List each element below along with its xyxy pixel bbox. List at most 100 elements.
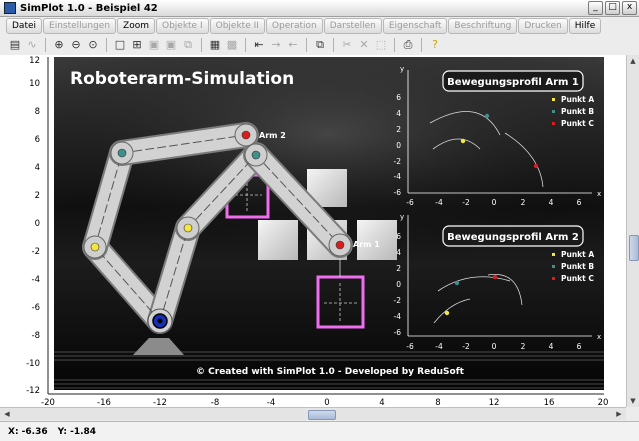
arm1-label: Arm 1 [353,240,380,249]
curve-icon[interactable]: ∿ [25,38,39,52]
zoom-out-icon[interactable]: ⊖ [69,38,83,52]
frame-icon[interactable]: □ [113,38,127,52]
table-icon[interactable]: ▦ [208,38,222,52]
panel2-title: Bewegungsprofil Arm 2 [447,232,579,243]
status-x-coordinate: X: -6.36 [8,426,48,437]
close-button[interactable]: x [622,1,637,15]
y-tick-label: 10 [29,79,40,89]
scroll-right-icon[interactable]: ▶ [614,409,624,419]
image-icon[interactable]: ▩ [225,38,239,52]
x-tick-label: 4 [379,398,384,407]
print-icon[interactable]: ⎙ [401,38,415,52]
y-tick-label: 0 [35,219,40,229]
y-tick-label: 8 [35,107,40,117]
copy-frame-icon[interactable]: ▣ [147,38,161,52]
panel1-x-tick: -2 [462,198,470,207]
help-icon[interactable]: ? [428,38,442,52]
calculator-icon[interactable]: ▤ [8,38,22,52]
scroll-down-icon[interactable]: ▼ [628,396,638,406]
menu-drucken[interactable]: Drucken [518,18,568,34]
panel1-x-tick: -6 [406,198,414,207]
layers-icon[interactable]: ⧉ [181,38,195,52]
panel1-y-tick: 0 [396,141,401,150]
menu-bar: Datei Einstellungen Zoom Objekte I Objek… [0,17,639,35]
menu-einstellungen[interactable]: Einstellungen [43,18,117,34]
toolbar-separator [333,38,334,52]
menu-hilfe[interactable]: Hilfe [568,18,602,34]
panel1-y-tick: -4 [394,172,402,181]
panel1-x-label: x [597,190,601,198]
base-joint-dot [157,318,163,324]
panel1-x-tick: -4 [435,198,443,207]
toolbar-separator [394,38,395,52]
scroll-left-icon[interactable]: ◀ [2,409,12,419]
panel1-point-a [460,138,466,144]
arrow-left-icon[interactable]: ← [286,38,300,52]
horizontal-scrollbar[interactable]: ◀ ▶ [0,407,626,420]
menu-objekte-1[interactable]: Objekte I [155,18,209,34]
panel2-x-label: x [597,333,601,341]
y-tick-label: -8 [32,331,40,341]
paste-frame-icon[interactable]: ▣ [164,38,178,52]
legend-swatch-a [552,98,555,101]
arm2-label: Arm 2 [259,131,286,140]
panel1-y-label: y [400,65,404,73]
panel2-x-tick: -4 [435,342,443,351]
horizontal-scroll-thumb[interactable] [308,410,336,420]
panel1-title: Bewegungsprofil Arm 1 [447,77,579,88]
legend-label-b: Punkt B [561,107,594,116]
y-tick-label: -12 [26,386,40,396]
menu-operation[interactable]: Operation [265,18,323,34]
window-controls: _ □ x [588,1,637,15]
scene-footer: © Created with SimPlot 1.0 - Developed b… [196,367,465,377]
toolbar: ▤ ∿ ⊕ ⊖ ⊙ □ ⊞ ▣ ▣ ⧉ ▦ ▩ ⇤ → ← ⧉ ✂ ✕ ⬚ ⎙ … [0,36,639,54]
legend-swatch-c [552,122,555,125]
select-icon[interactable]: ⬚ [374,38,388,52]
panel1-x-tick: 0 [492,198,497,207]
maximize-button[interactable]: □ [605,1,620,15]
panel2-x-tick: -2 [462,342,470,351]
panel2-y-tick: -6 [394,328,402,337]
menu-beschriftung[interactable]: Beschriftung [448,18,518,34]
y-tick-label: 2 [35,191,40,201]
copy-icon[interactable]: ⧉ [313,38,327,52]
menu-eigenschaft[interactable]: Eigenschaft [382,18,448,34]
minimize-button[interactable]: _ [588,1,603,15]
x-tick-label: -16 [97,398,111,407]
panel2-x-tick: 0 [492,342,497,351]
panel1-y-tick: -2 [394,157,402,166]
zoom-fit-icon[interactable]: ⊙ [86,38,100,52]
vertical-scrollbar[interactable]: ▲ ▼ [626,55,639,407]
box [258,220,298,260]
zoom-in-icon[interactable]: ⊕ [52,38,66,52]
cut-icon[interactable]: ✂ [340,38,354,52]
align-icon[interactable]: ⇤ [252,38,266,52]
delete-icon[interactable]: ✕ [357,38,371,52]
legend-label-a: Punkt A [561,250,594,259]
scroll-up-icon[interactable]: ▲ [628,56,638,66]
panel2-x-tick: 2 [521,342,526,351]
y-tick-label: -10 [26,359,40,369]
panel2-x-tick: 6 [577,342,582,351]
menu-darstellen[interactable]: Darstellen [323,18,382,34]
arrow-right-icon[interactable]: → [269,38,283,52]
grid-icon[interactable]: ⊞ [130,38,144,52]
toolbar-separator [45,38,46,52]
x-tick-label: 0 [324,398,329,407]
joint-point-c [335,240,345,250]
status-y-coordinate: Y: -1.84 [57,426,97,437]
title-bar: SimPlot 1.0 - Beispiel 42 _ □ x [0,0,639,17]
panel2-x-tick: 4 [549,342,554,351]
plot-canvas[interactable]: -20 -16 -12 -8 -4 0 4 8 12 16 20 12 10 8… [0,55,626,408]
joint-point-c [241,130,251,140]
legend-swatch-a [552,253,555,256]
toolbar-separator [245,38,246,52]
menu-objekte-2[interactable]: Objekte II [209,18,265,34]
legend-swatch-b [552,265,555,268]
panel2-x-tick: -6 [406,342,414,351]
menu-datei[interactable]: Datei [6,18,43,34]
vertical-scroll-thumb[interactable] [629,235,639,261]
x-tick-label: -4 [267,398,275,407]
menu-zoom[interactable]: Zoom [117,18,155,34]
panel1-y-tick: 6 [396,93,401,102]
